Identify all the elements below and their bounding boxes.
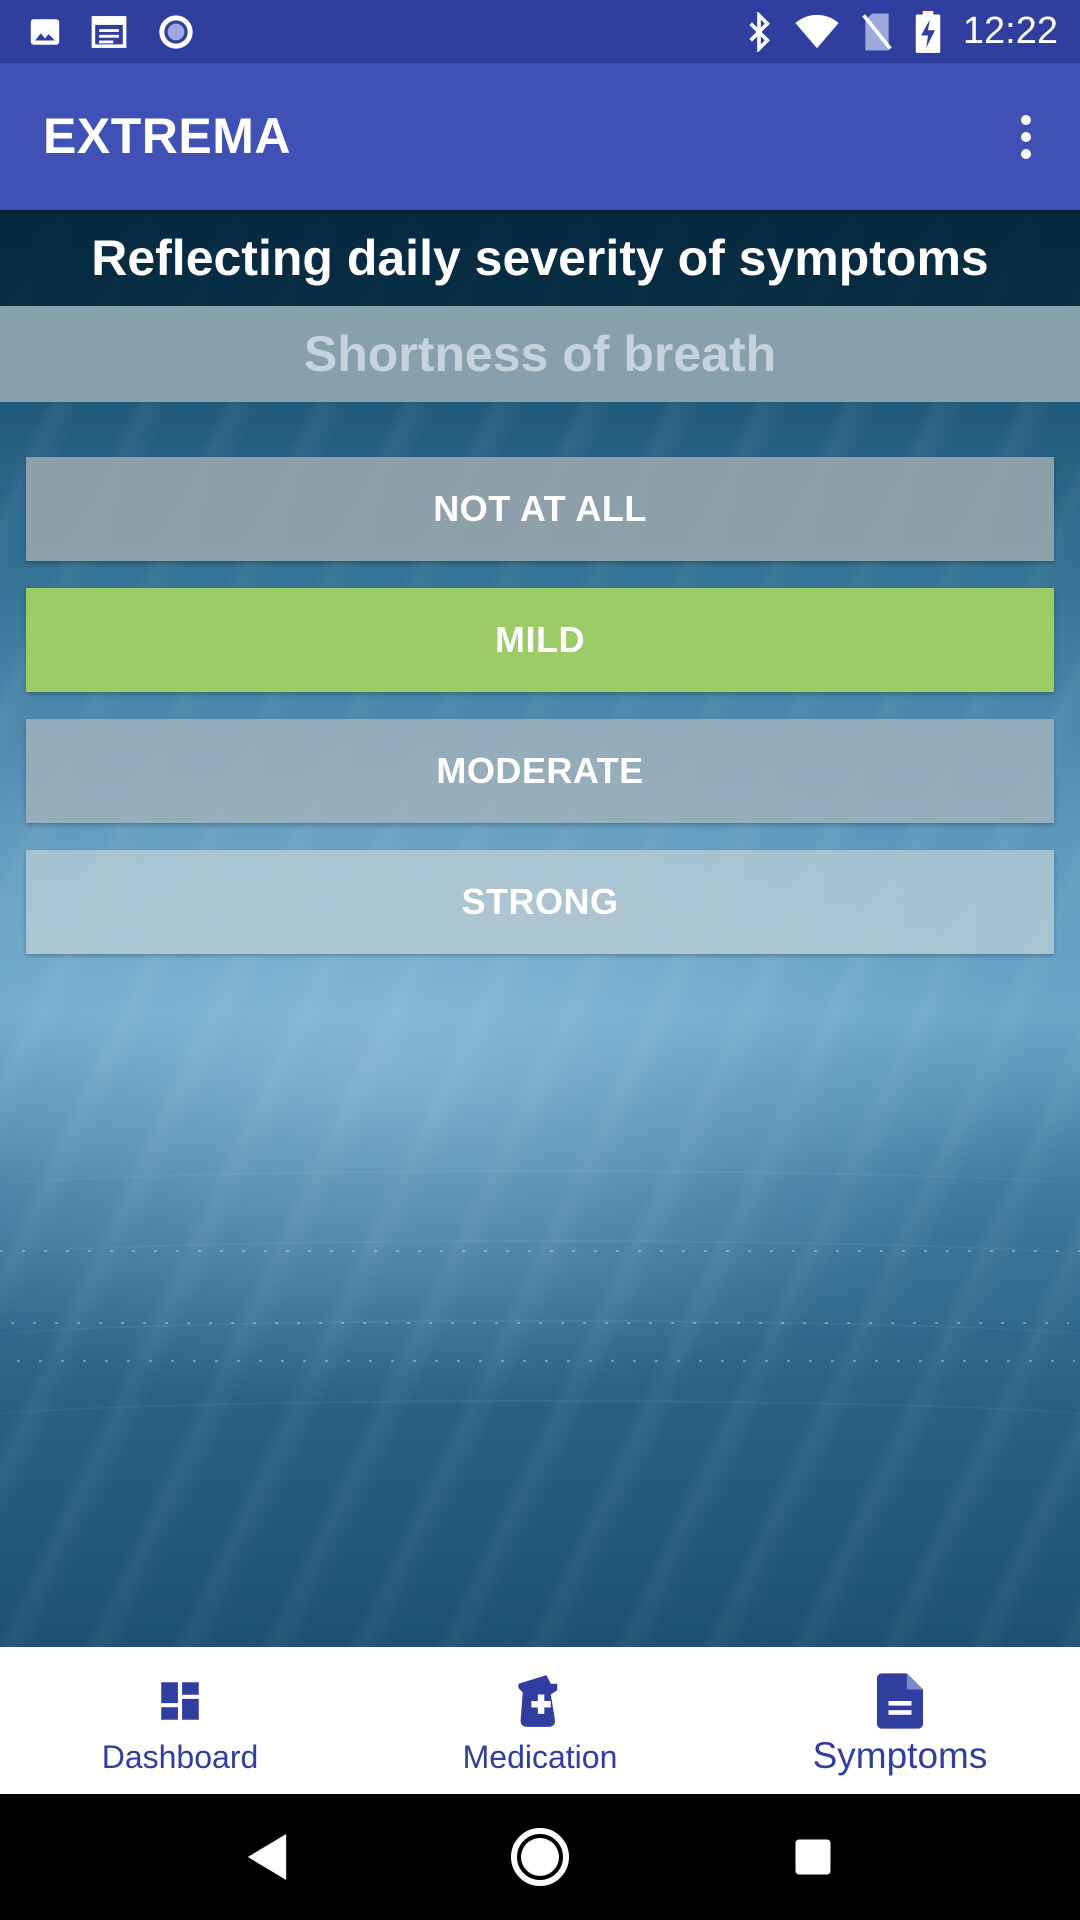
option-strong-button[interactable]: STRONG xyxy=(26,850,1054,954)
background-wave xyxy=(0,1320,1080,1362)
nav-label: Symptoms xyxy=(812,1735,988,1776)
status-bar: 12:22 xyxy=(0,0,1080,63)
nav-label: Medication xyxy=(462,1739,618,1775)
dashboard-icon xyxy=(155,1671,205,1731)
nav-label: Dashboard xyxy=(101,1739,259,1775)
app-bar: EXTREMA xyxy=(0,63,1080,210)
home-icon xyxy=(510,1828,569,1886)
no-sim-icon xyxy=(861,12,893,52)
calendar-icon xyxy=(90,15,128,49)
background-sparkle xyxy=(0,1250,1080,1252)
circle-notification-icon xyxy=(156,12,196,52)
background-sparkle xyxy=(0,1360,1075,1362)
status-clock: 12:22 xyxy=(962,10,1058,52)
option-mild-button[interactable]: MILD xyxy=(26,588,1054,692)
system-navigation-bar xyxy=(0,1794,1080,1920)
recents-icon xyxy=(795,1839,831,1875)
back-icon xyxy=(247,1834,286,1880)
bottom-navigation: Dashboard Medication Symptoms xyxy=(0,1647,1080,1794)
main-content: Reflecting daily severity of symptoms Sh… xyxy=(0,210,1080,1647)
symptom-title: Shortness of breath xyxy=(0,306,1080,402)
battery-charging-icon xyxy=(915,10,941,53)
app-title: EXTREMA xyxy=(43,108,291,164)
medication-icon xyxy=(514,1671,566,1731)
nav-medication[interactable]: Medication xyxy=(360,1647,720,1794)
background-wave xyxy=(0,1170,1080,1212)
option-moderate-button[interactable]: MODERATE xyxy=(26,719,1054,823)
option-not-at-all-button[interactable]: NOT AT ALL xyxy=(26,457,1054,561)
image-icon xyxy=(28,15,62,49)
bluetooth-icon xyxy=(745,11,773,52)
nav-symptoms[interactable]: Symptoms xyxy=(720,1647,1080,1794)
background-wave xyxy=(0,1240,1080,1282)
overflow-menu-icon xyxy=(1021,115,1031,159)
overflow-menu-button[interactable] xyxy=(988,99,1064,175)
recents-button[interactable] xyxy=(768,1812,858,1902)
wifi-icon xyxy=(795,14,839,50)
background-sparkle xyxy=(0,1322,1069,1324)
nav-dashboard[interactable]: Dashboard xyxy=(0,1647,360,1794)
background-wave xyxy=(0,1400,1080,1442)
page-heading: Reflecting daily severity of symptoms xyxy=(0,210,1080,306)
home-button[interactable] xyxy=(495,1812,585,1902)
status-right-icons: 12:22 xyxy=(723,10,1058,53)
back-button[interactable] xyxy=(222,1812,312,1902)
severity-options: NOT AT ALL MILD MODERATE STRONG xyxy=(26,457,1054,981)
document-icon xyxy=(877,1671,923,1731)
status-left-icons xyxy=(28,12,224,52)
